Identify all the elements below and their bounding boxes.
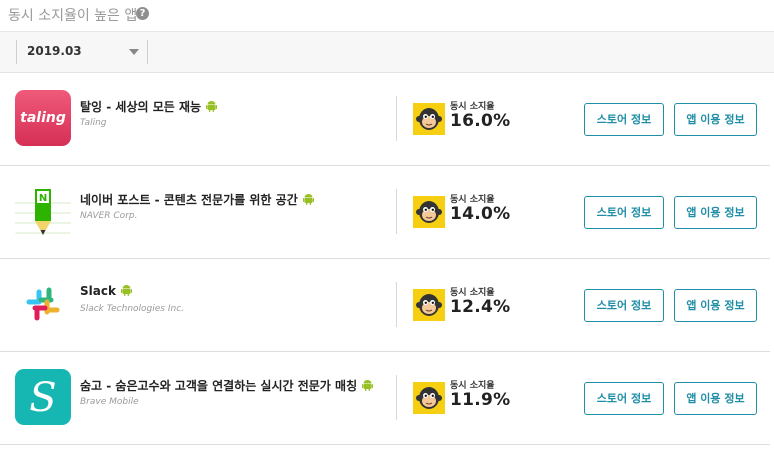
android-icon bbox=[120, 285, 132, 296]
app-name[interactable]: Slack bbox=[80, 284, 132, 298]
filter-bar: 2019.03 bbox=[0, 31, 774, 73]
row-divider bbox=[396, 375, 397, 420]
app-usage-button[interactable]: 앱 이용 정보 bbox=[674, 196, 757, 229]
ownership-value: 16.0% bbox=[450, 111, 511, 131]
app-name[interactable]: 네이버 포스트 - 콘텐츠 전문가를 위한 공간 bbox=[80, 191, 314, 208]
soomgo-app-icon[interactable]: S bbox=[15, 369, 71, 425]
app-row: N 네이버 포스트 - 콘텐츠 전문가를 위한 공간 NAVER Corp. 동… bbox=[0, 165, 770, 259]
svg-text:N: N bbox=[39, 193, 47, 204]
month-select[interactable]: 2019.03 bbox=[16, 40, 148, 64]
app-usage-button[interactable]: 앱 이용 정보 bbox=[674, 289, 757, 322]
app-developer: Brave Mobile bbox=[80, 397, 139, 407]
row-divider bbox=[396, 189, 397, 234]
monkey-icon bbox=[413, 103, 445, 135]
monkey-icon bbox=[413, 196, 445, 228]
svg-text:S: S bbox=[29, 375, 56, 421]
slack-app-icon[interactable] bbox=[15, 276, 71, 332]
app-row: taling 탈잉 - 세상의 모든 재능 Taling 동시 소지율 16.0… bbox=[0, 72, 770, 166]
app-developer: NAVER Corp. bbox=[80, 211, 138, 221]
android-icon bbox=[362, 380, 374, 391]
section-title: 동시 소지율이 높은 앱 bbox=[8, 8, 138, 24]
app-name-text[interactable]: 탈잉 - 세상의 모든 재능 bbox=[80, 100, 201, 114]
chevron-down-icon bbox=[129, 49, 139, 55]
app-developer: Slack Technologies Inc. bbox=[80, 304, 185, 314]
app-name-text[interactable]: Slack bbox=[80, 284, 116, 298]
ownership-value: 11.9% bbox=[450, 390, 511, 410]
app-usage-button[interactable]: 앱 이용 정보 bbox=[674, 103, 757, 136]
monkey-icon bbox=[413, 382, 445, 414]
app-usage-button[interactable]: 앱 이용 정보 bbox=[674, 382, 757, 415]
naver-post-app-icon[interactable]: N bbox=[15, 183, 71, 239]
section-header: 동시 소지율이 높은 앱 ? bbox=[0, 0, 774, 30]
store-info-button[interactable]: 스토어 정보 bbox=[584, 196, 664, 229]
monkey-icon bbox=[413, 289, 445, 321]
app-row: S 숨고 - 숨은고수와 고객을 연결하는 실시간 전문가 매칭 Brave M… bbox=[0, 351, 770, 445]
ownership-value: 12.4% bbox=[450, 297, 511, 317]
month-select-value: 2019.03 bbox=[27, 44, 82, 58]
app-name-text[interactable]: 숨고 - 숨은고수와 고객을 연결하는 실시간 전문가 매칭 bbox=[80, 379, 357, 393]
store-info-button[interactable]: 스토어 정보 bbox=[584, 382, 664, 415]
app-row: Slack Slack Technologies Inc. 동시 소지율 12.… bbox=[0, 258, 770, 352]
app-name[interactable]: 탈잉 - 세상의 모든 재능 bbox=[80, 98, 218, 115]
android-icon bbox=[302, 194, 314, 205]
taling-app-icon[interactable]: taling bbox=[15, 90, 71, 146]
ownership-value: 14.0% bbox=[450, 204, 511, 224]
android-icon bbox=[206, 101, 218, 112]
row-divider bbox=[396, 282, 397, 327]
help-icon[interactable]: ? bbox=[136, 7, 149, 20]
app-name[interactable]: 숨고 - 숨은고수와 고객을 연결하는 실시간 전문가 매칭 bbox=[80, 377, 374, 394]
row-divider bbox=[396, 96, 397, 141]
store-info-button[interactable]: 스토어 정보 bbox=[584, 103, 664, 136]
app-developer: Taling bbox=[80, 118, 107, 128]
svg-text:taling: taling bbox=[20, 110, 66, 126]
app-name-text[interactable]: 네이버 포스트 - 콘텐츠 전문가를 위한 공간 bbox=[80, 193, 298, 207]
store-info-button[interactable]: 스토어 정보 bbox=[584, 289, 664, 322]
